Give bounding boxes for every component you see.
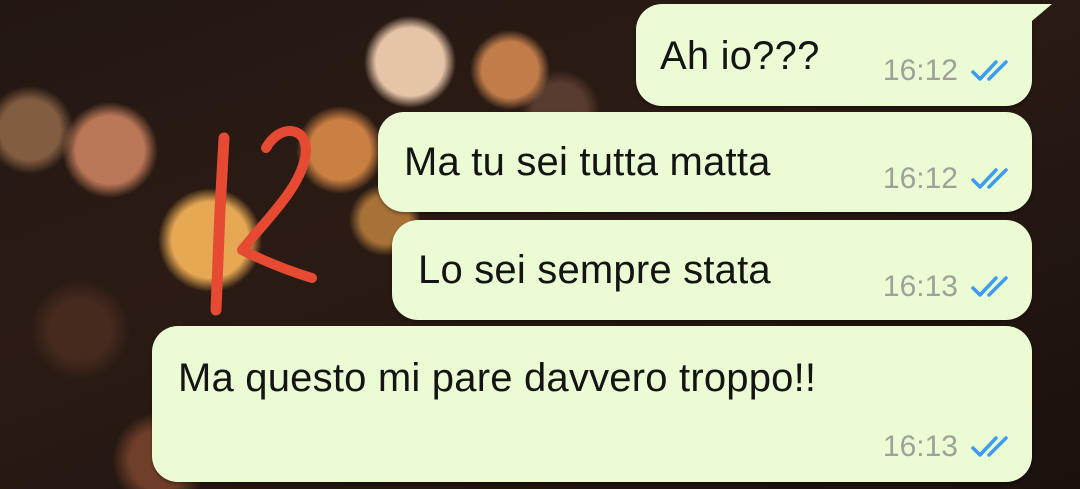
message-bubble[interactable]: Lo sei sempre stata 16:13: [392, 220, 1032, 320]
message-bubble[interactable]: Ma questo mi pare davvero troppo!! 16:13: [152, 326, 1032, 482]
message-text: Ma questo mi pare davvero troppo!!: [178, 356, 817, 400]
message-text: Ma tu sei tutta matta: [404, 140, 771, 184]
message-meta: 16:13: [883, 270, 1014, 304]
message-meta: 16:13: [883, 430, 1014, 464]
message-time: 16:13: [882, 270, 958, 303]
message-text: Lo sei sempre stata: [418, 248, 771, 292]
message-bubble[interactable]: Ma tu sei tutta matta 16:12: [378, 112, 1032, 212]
double-check-read-icon: [971, 276, 1008, 297]
message-time: 16:12: [882, 54, 958, 87]
message-time: 16:13: [882, 430, 958, 463]
message-time: 16:12: [882, 162, 958, 195]
message-bubble[interactable]: Ah io??? 16:12: [636, 4, 1052, 106]
message-meta: 16:12: [883, 162, 1014, 196]
message-meta: 16:12: [883, 54, 1014, 88]
double-check-read-icon: [971, 60, 1008, 81]
bubble-tail: [1026, 4, 1052, 26]
message-text: Ah io???: [660, 34, 820, 78]
double-check-read-icon: [971, 436, 1008, 457]
handwritten-annotation-k2: [210, 126, 317, 316]
double-check-read-icon: [971, 168, 1008, 189]
chat-area: Ah io??? 16:12 Ma tu sei tutta matta 16:…: [0, 0, 1080, 489]
